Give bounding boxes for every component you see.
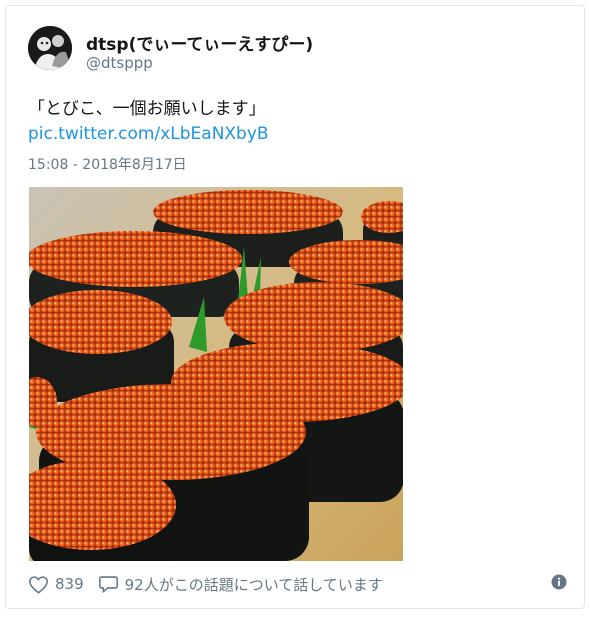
sushi-photo	[29, 187, 403, 561]
media-link[interactable]: pic.twitter.com/xLbEaNXbyB	[28, 124, 269, 144]
speech-bubble-icon	[98, 574, 119, 594]
tweet-photo[interactable]	[29, 187, 403, 561]
reply-conversation-button[interactable]: 92人がこの話題について話しています	[98, 574, 383, 595]
info-icon[interactable]	[551, 574, 567, 594]
user-handle[interactable]: @dtsppp	[86, 54, 153, 72]
timestamp[interactable]: 15:08 - 2018年8月17日	[28, 154, 187, 174]
avatar-image	[28, 26, 72, 70]
avatar[interactable]	[28, 26, 72, 70]
tweet-card: dtsp(でぃーてぃーえすぴー) @dtsppp 「とびこ、一個お願いします」 …	[5, 5, 585, 609]
like-count: 839	[55, 575, 84, 593]
tweet-actions: 839 92人がこの話題について話しています	[28, 572, 573, 596]
heart-icon	[28, 575, 49, 594]
tweet-text: 「とびこ、一個お願いします」	[28, 99, 266, 119]
reply-label: 92人がこの話題について話しています	[124, 575, 383, 594]
display-name[interactable]: dtsp(でぃーてぃーえすぴー)	[86, 30, 313, 55]
like-button[interactable]: 839	[28, 575, 98, 594]
